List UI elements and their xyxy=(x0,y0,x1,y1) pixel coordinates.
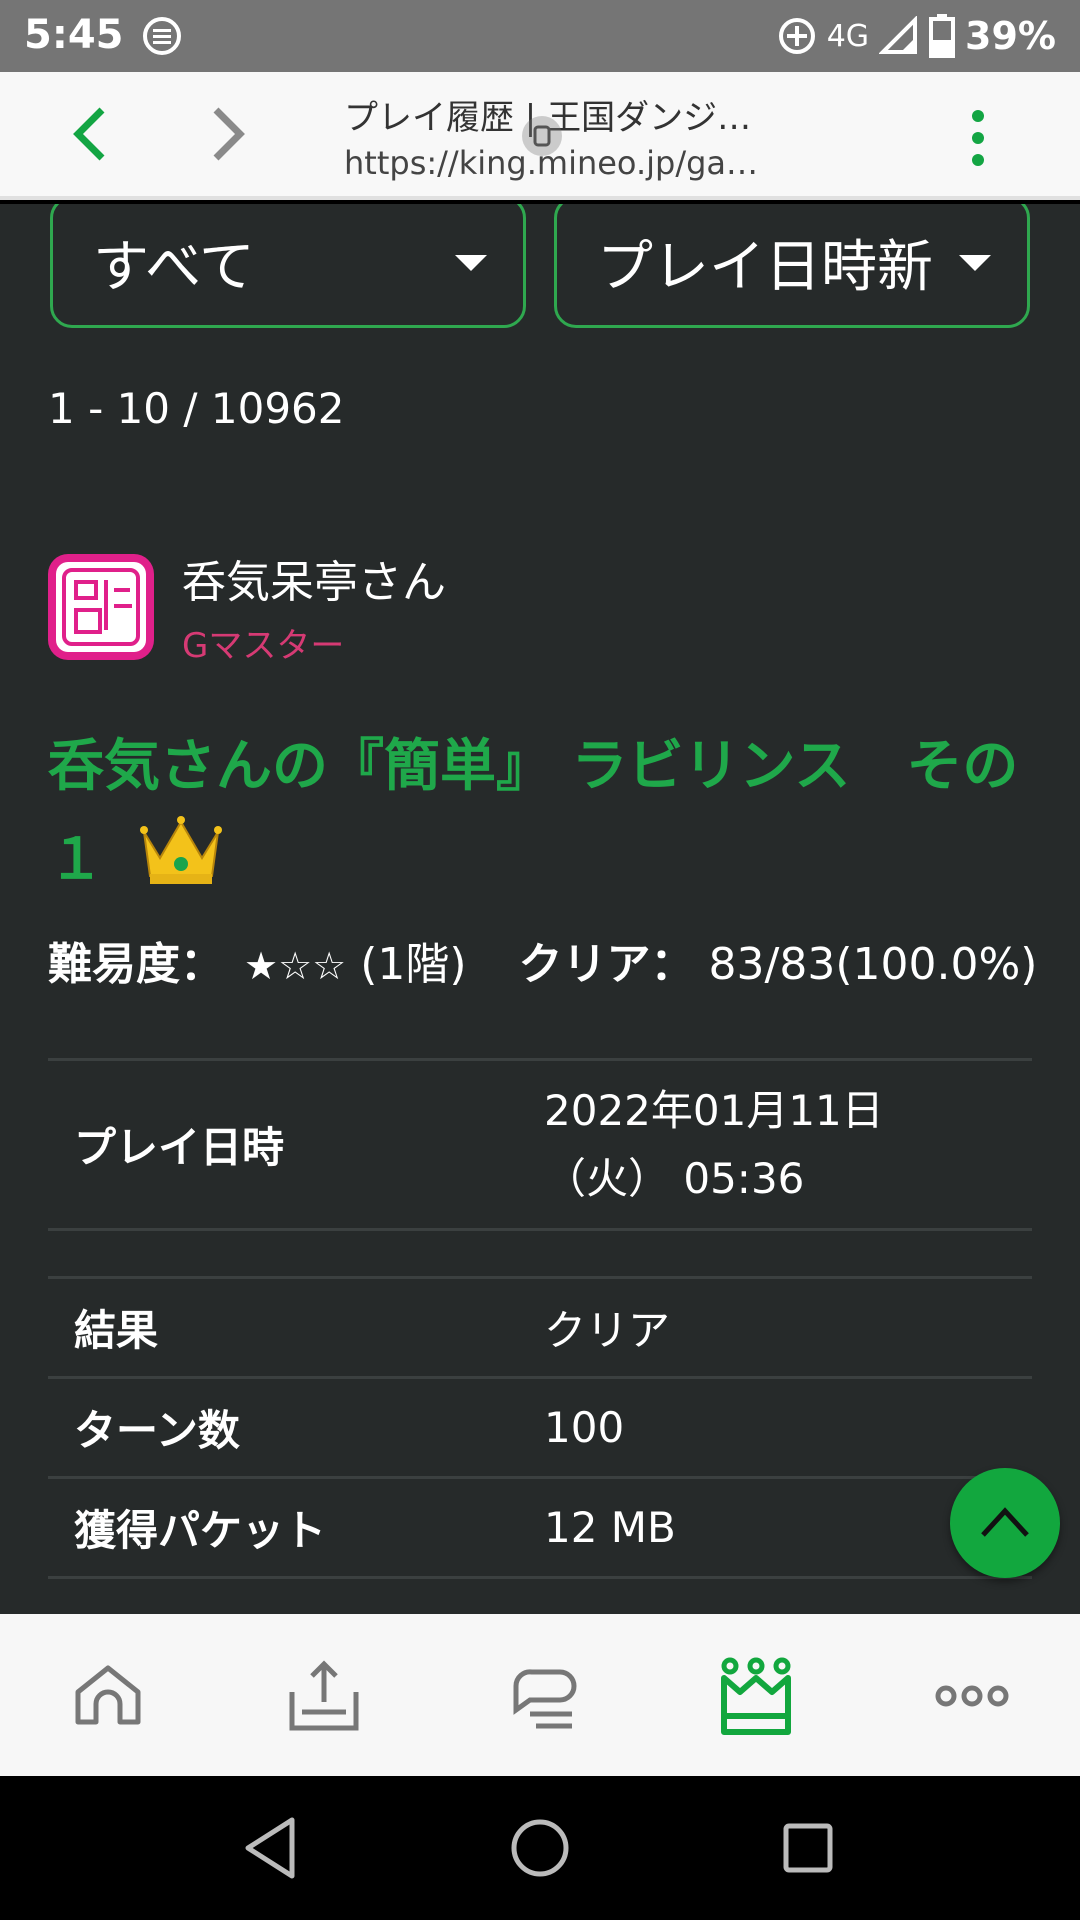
status-right: 4G 39% xyxy=(777,12,1056,60)
difficulty-clear-line: 難易度： ★☆☆ (1階) クリア： 83/83(100.0%) xyxy=(48,928,1037,992)
sort-order-select[interactable]: プレイ日時新 xyxy=(554,204,1030,328)
result-count: 1 - 10 / 10962 xyxy=(48,384,345,433)
caret-down-icon xyxy=(959,255,991,271)
system-nav-bar xyxy=(0,1776,1080,1920)
played-at-label: プレイ日時 xyxy=(48,1058,540,1231)
turns-label: ターン数 xyxy=(48,1376,540,1479)
crown-icon xyxy=(139,816,222,884)
difficulty-floors: (1階) xyxy=(360,939,467,990)
user-rank-badge: Gマスター xyxy=(182,626,345,666)
data-saver-icon xyxy=(778,18,815,54)
dungeon-title[interactable]: 呑気さんの『簡単』 ラビリンス その１ xyxy=(48,722,1028,905)
main-content: すべて プレイ日時新 1 - 10 / 10962 呑気呆亭さん Gマスター 呑… xyxy=(0,204,1080,1614)
battery-icon xyxy=(929,14,956,58)
status-bar: 5:45 4G 39% xyxy=(0,0,1080,72)
network-type: 4G xyxy=(826,18,870,54)
user-name[interactable]: 呑気呆亭さん xyxy=(182,546,446,610)
more-vertical-icon[interactable] xyxy=(960,106,996,170)
turns-value: 100 xyxy=(540,1376,1032,1479)
chevron-right-icon[interactable] xyxy=(196,102,256,166)
table-row: ターン数 100 xyxy=(48,1376,1032,1479)
sort-order-value: プレイ日時新 xyxy=(597,234,933,300)
difficulty-stars: ★☆☆ xyxy=(244,944,347,988)
avatar[interactable] xyxy=(48,554,154,660)
scroll-top-button[interactable] xyxy=(950,1468,1060,1578)
back-icon[interactable] xyxy=(240,1814,304,1882)
battery-level: 39% xyxy=(965,14,1056,58)
signal-icon xyxy=(879,16,918,54)
clear-label: クリア： xyxy=(518,939,695,990)
caret-down-icon xyxy=(455,255,487,271)
played-at-time: （火） 05:36 xyxy=(544,1153,805,1203)
home-icon[interactable] xyxy=(68,1656,148,1736)
result-label: 結果 xyxy=(48,1276,540,1379)
secure-icon xyxy=(522,116,562,156)
home-button-icon[interactable] xyxy=(508,1814,572,1882)
recents-icon[interactable] xyxy=(776,1814,840,1882)
upload-icon[interactable] xyxy=(284,1656,364,1736)
status-time: 5:45 xyxy=(24,12,124,58)
notification-icon xyxy=(143,17,181,55)
more-horizontal-icon[interactable] xyxy=(932,1656,1012,1736)
difficulty-label: 難易度： xyxy=(48,939,224,990)
browser-toolbar: プレイ履歴 | 王国ダンジ… https://king.mineo.jp/ga… xyxy=(0,72,1080,200)
played-at-date: 2022年01月11日 xyxy=(544,1085,884,1135)
avatar-seal-icon xyxy=(56,562,146,652)
played-at-value: 2022年01月11日 （火） 05:36 xyxy=(540,1058,1032,1231)
table-row: 結果 クリア xyxy=(48,1276,1032,1379)
play-details-table: プレイ日時 2022年01月11日 （火） 05:36 結果 クリア ターン数 … xyxy=(48,1058,1032,1579)
chevron-left-icon[interactable] xyxy=(62,102,122,166)
king-icon[interactable] xyxy=(716,1656,796,1736)
packet-label: 獲得パケット xyxy=(48,1476,540,1579)
table-row: プレイ日時 2022年01月11日 （火） 05:36 xyxy=(48,1058,1032,1231)
category-filter-value: すべて xyxy=(93,234,255,300)
result-value: クリア xyxy=(540,1276,1032,1379)
clear-rate: 83/83(100.0%) xyxy=(708,939,1038,990)
bottom-tab-bar xyxy=(0,1614,1080,1776)
category-filter-select[interactable]: すべて xyxy=(50,204,526,328)
table-spacer xyxy=(48,1229,1032,1279)
chevron-up-icon xyxy=(981,1507,1029,1537)
chat-icon[interactable] xyxy=(500,1656,580,1736)
table-row: 獲得パケット 12 MB xyxy=(48,1476,1032,1579)
